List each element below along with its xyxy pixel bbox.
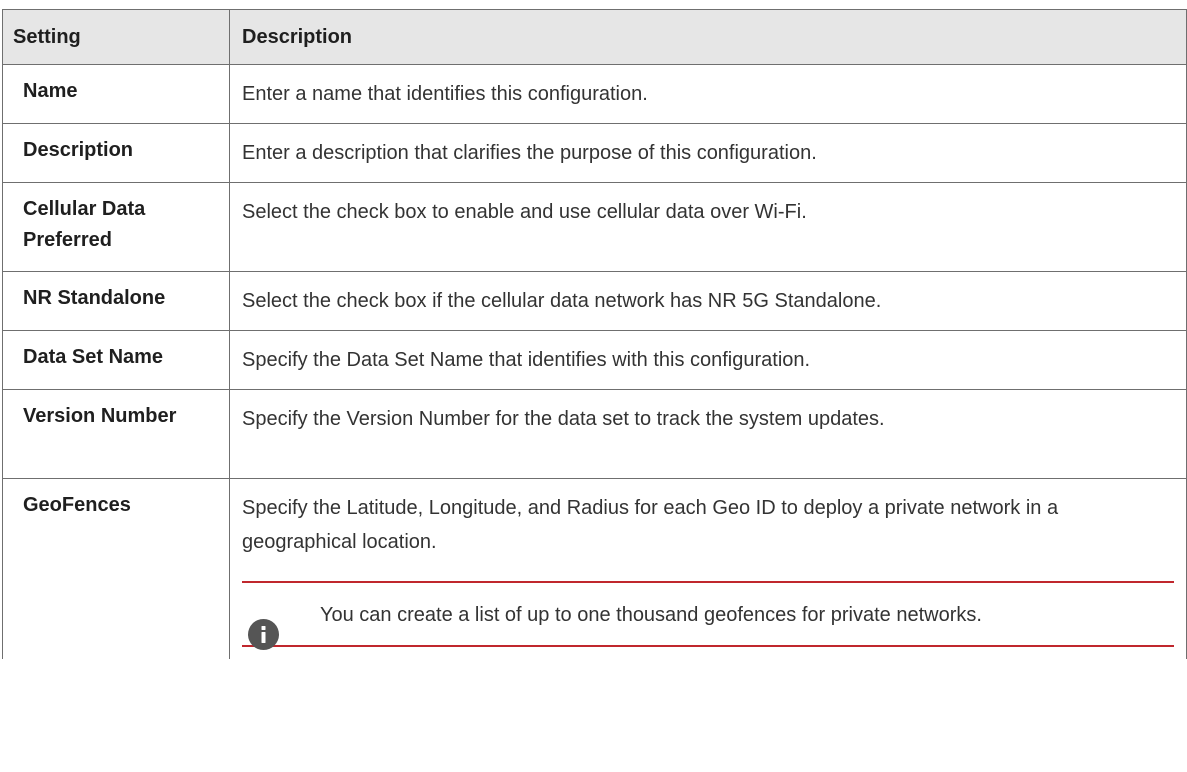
settings-table: Setting Description Name Enter a name th…: [2, 9, 1187, 659]
info-icon: [248, 619, 279, 650]
setting-name: GeoFences: [2, 478, 230, 659]
table-row: Description Enter a description that cla…: [2, 123, 1187, 183]
setting-name: Data Set Name: [2, 330, 230, 390]
note-box: You can create a list of up to one thous…: [242, 581, 1174, 650]
table-row: GeoFences Specify the Latitude, Longitud…: [2, 478, 1187, 659]
table-row: NR Standalone Select the check box if th…: [2, 271, 1187, 331]
table-row: Cellular Data Preferred Select the check…: [2, 182, 1187, 272]
note-text: You can create a list of up to one thous…: [320, 604, 982, 626]
setting-name: Version Number: [2, 389, 230, 479]
table-row: Version Number Specify the Version Numbe…: [2, 389, 1187, 479]
setting-description: Specify the Version Number for the data …: [229, 389, 1187, 479]
setting-description: Select the check box if the cellular dat…: [229, 271, 1187, 331]
setting-description: Select the check box to enable and use c…: [229, 182, 1187, 272]
setting-name: Description: [2, 123, 230, 183]
setting-name: Name: [2, 64, 230, 124]
setting-description-cell: Specify the Latitude, Longitude, and Rad…: [229, 478, 1187, 659]
table-row: Data Set Name Specify the Data Set Name …: [2, 330, 1187, 390]
table-row: Name Enter a name that identifies this c…: [2, 64, 1187, 124]
column-header-description: Description: [229, 9, 1187, 65]
setting-description: Enter a description that clarifies the p…: [229, 123, 1187, 183]
setting-name: Cellular Data Preferred: [2, 182, 230, 272]
setting-description: Specify the Latitude, Longitude, and Rad…: [242, 497, 1059, 553]
table-header-row: Setting Description: [2, 9, 1187, 65]
setting-description: Enter a name that identifies this config…: [229, 64, 1187, 124]
column-header-setting: Setting: [2, 9, 230, 65]
setting-description: Specify the Data Set Name that identifie…: [229, 330, 1187, 390]
setting-name: NR Standalone: [2, 271, 230, 331]
